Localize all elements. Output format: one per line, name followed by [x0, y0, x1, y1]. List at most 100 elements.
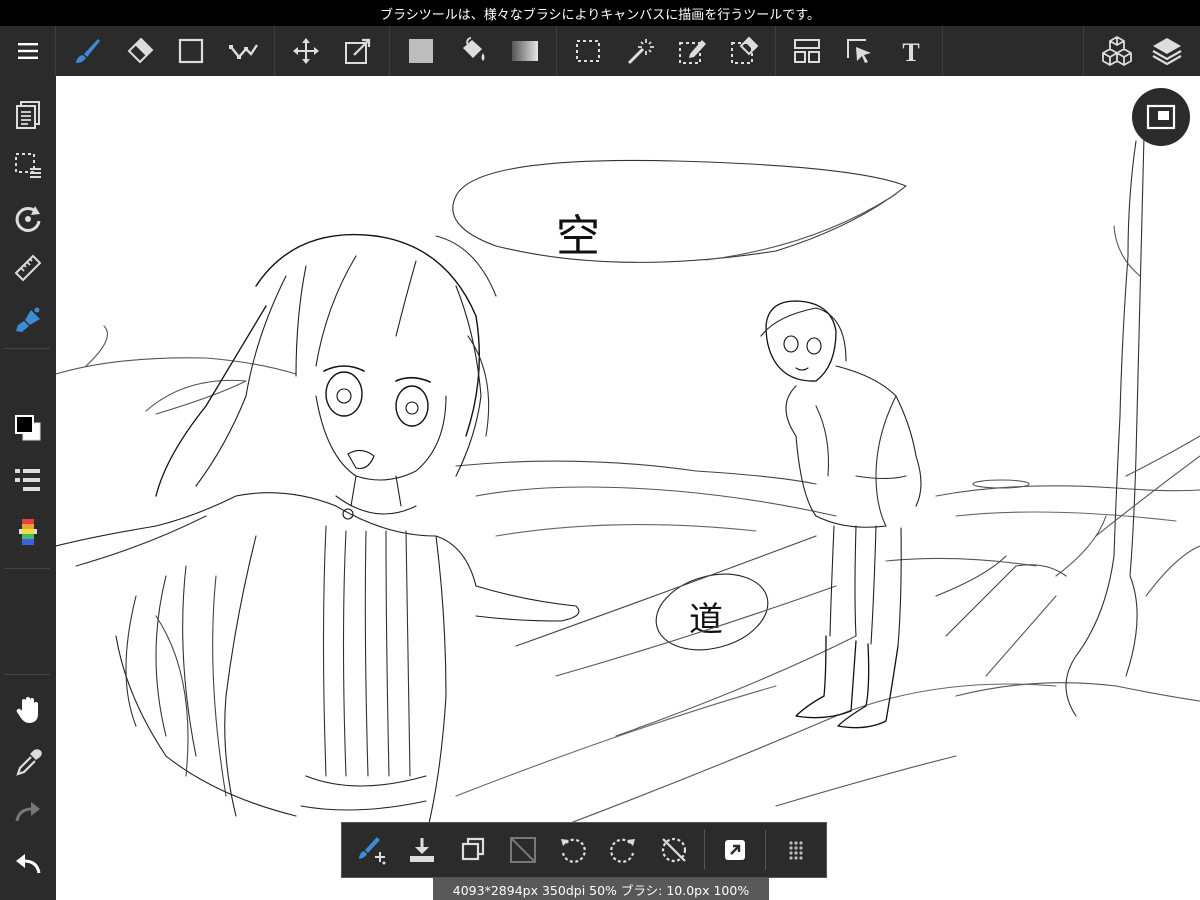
redo-icon: [15, 802, 40, 822]
frame-divider-tool-button[interactable]: [788, 32, 826, 70]
sidebar-separator: [4, 674, 50, 675]
clear-button[interactable]: [503, 829, 543, 871]
clear-icon: [509, 837, 536, 863]
select-pen-tool-button[interactable]: [673, 32, 711, 70]
pages-button[interactable]: [8, 94, 48, 134]
hand-tool-button[interactable]: [8, 690, 48, 730]
quick-brush-button[interactable]: [352, 829, 392, 871]
magic-wand-tool-button[interactable]: [621, 32, 659, 70]
transform-tools-group: [275, 26, 390, 76]
drawing-canvas[interactable]: 空 道: [56, 76, 1200, 900]
menu-button[interactable]: [0, 26, 56, 76]
object-select-tool-button[interactable]: [840, 32, 878, 70]
brush-snap-icon: [16, 307, 40, 332]
fill-color-icon: [409, 39, 433, 63]
color-swatch-icon: [15, 415, 41, 441]
status-text: 4093*2894px 350dpi 50% ブラシ: 10.0px 100%: [452, 882, 750, 898]
left-sidebar: [0, 76, 56, 900]
selection-menu-icon: [15, 153, 41, 178]
select-rect-icon: [576, 40, 600, 62]
sidebar-separator: [4, 568, 50, 569]
brush-list-icon: [15, 469, 40, 491]
polyline-icon: [229, 44, 258, 59]
rotate-right-icon: [610, 838, 636, 863]
more-button[interactable]: [776, 829, 816, 871]
rotate-reset-side-button[interactable]: [8, 198, 48, 238]
more-icon: [789, 841, 803, 860]
fill-color-tool-button[interactable]: [402, 32, 440, 70]
selection-menu-button[interactable]: [8, 146, 48, 186]
sketch-artwork: 空 道: [56, 135, 1200, 837]
layers-button[interactable]: [1148, 32, 1186, 70]
brush-icon: [76, 39, 100, 63]
sidebar-separator: [4, 348, 50, 349]
select-rect-tool-button[interactable]: [569, 32, 607, 70]
main-toolbar: T: [0, 26, 1200, 76]
brush-tool-button[interactable]: [68, 32, 106, 70]
object-select-icon: [847, 39, 871, 63]
eyedropper-button[interactable]: [8, 742, 48, 782]
bucket-tool-button[interactable]: [454, 32, 492, 70]
fill-tools-group: [390, 26, 557, 76]
sky-label: 空: [556, 211, 600, 262]
transform-icon: [345, 38, 371, 64]
quickbar-separator: [703, 830, 705, 870]
navigator-icon: [1146, 104, 1176, 130]
select-tools-group: [557, 26, 776, 76]
brush-snap-button[interactable]: [8, 300, 48, 340]
share-icon: [724, 840, 745, 860]
eraser-tool-button[interactable]: [120, 32, 158, 70]
rotate-reset-quick-icon: [661, 837, 686, 863]
gradient-tool-button[interactable]: [506, 32, 544, 70]
text-icon: T: [902, 38, 919, 66]
ruler-icon: [14, 254, 42, 282]
gradient-icon: [512, 41, 538, 61]
bucket-icon: [463, 37, 485, 61]
rotate-reset-icon: [15, 206, 41, 232]
layers-icon: [1152, 38, 1182, 66]
duplicate-button[interactable]: [452, 829, 492, 871]
eyedropper-icon: [16, 749, 42, 776]
share-button[interactable]: [715, 829, 755, 871]
color-swatch-button[interactable]: [8, 408, 48, 448]
undo-icon: [16, 854, 41, 874]
object-tools-group: T: [776, 26, 943, 76]
material-icon: [1102, 36, 1132, 66]
eraser-icon: [127, 37, 154, 64]
move-icon: [293, 38, 319, 64]
transform-tool-button[interactable]: [339, 32, 377, 70]
select-pen-icon: [679, 40, 706, 64]
save-button[interactable]: [402, 829, 442, 871]
shape-icon: [178, 38, 204, 64]
navigator-button[interactable]: [1132, 88, 1190, 146]
toolbar-right-group: [1083, 26, 1200, 76]
move-tool-button[interactable]: [287, 32, 325, 70]
ruler-button[interactable]: [8, 248, 48, 288]
quick-access-bar: [341, 822, 827, 878]
undo-button[interactable]: [8, 844, 48, 884]
draw-tools-group: [56, 26, 275, 76]
color-palette-button[interactable]: [8, 512, 48, 552]
status-bar: 4093*2894px 350dpi 50% ブラシ: 10.0px 100%: [433, 878, 769, 900]
rotate-left-button[interactable]: [553, 829, 593, 871]
tool-hint-text: ブラシツールは、様々なブラシによりキャンバスに描画を行うツールです。: [380, 7, 820, 23]
pages-icon: [16, 101, 40, 129]
menu-icon: [17, 43, 38, 59]
color-palette-icon: [19, 519, 37, 545]
shape-tool-button[interactable]: [172, 32, 210, 70]
brush-list-button[interactable]: [8, 460, 48, 500]
hand-icon: [16, 697, 38, 723]
svg-text:T: T: [902, 38, 919, 66]
select-eraser-icon: [731, 36, 759, 64]
redo-button[interactable]: [8, 792, 48, 832]
rotate-right-button[interactable]: [603, 829, 643, 871]
select-eraser-tool-button[interactable]: [725, 32, 763, 70]
material-button[interactable]: [1098, 32, 1136, 70]
polyline-tool-button[interactable]: [224, 32, 262, 70]
quickbar-separator: [764, 830, 766, 870]
tool-hint-bar: ブラシツールは、様々なブラシによりキャンバスに描画を行うツールです。: [0, 0, 1200, 26]
magic-wand-icon: [627, 39, 654, 65]
text-tool-button[interactable]: T: [892, 32, 930, 70]
save-icon: [410, 838, 435, 862]
rotate-reset-button[interactable]: [653, 829, 693, 871]
